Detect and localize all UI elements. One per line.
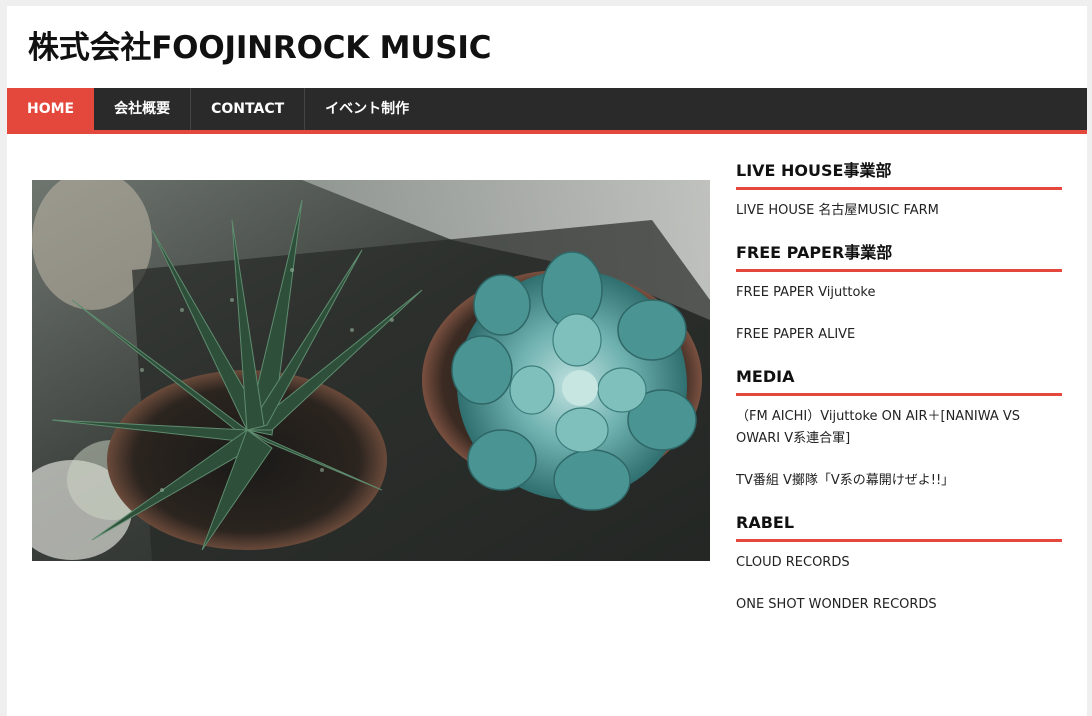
widget-title-media: MEDIA — [736, 366, 1062, 396]
widget-list: LIVE HOUSE 名古屋MUSIC FARM — [736, 190, 1062, 222]
link-fm-aichi[interactable]: （FM AICHI）Vijuttoke ON AIR＋[NANIWA VS OW… — [736, 406, 1062, 450]
widget-free-paper: FREE PAPER事業部 FREE PAPER Vijuttoke FREE … — [736, 242, 1062, 346]
widget-list: CLOUD RECORDS ONE SHOT WONDER RECORDS — [736, 542, 1062, 616]
sidebar: LIVE HOUSE事業部 LIVE HOUSE 名古屋MUSIC FARM F… — [736, 160, 1062, 636]
nav-item-event[interactable]: イベント制作 — [305, 88, 429, 130]
link-alive[interactable]: FREE PAPER ALIVE — [736, 324, 1062, 346]
link-one-shot-wonder[interactable]: ONE SHOT WONDER RECORDS — [736, 594, 1062, 616]
widget-live-house: LIVE HOUSE事業部 LIVE HOUSE 名古屋MUSIC FARM — [736, 160, 1062, 222]
widget-rabel: RABEL CLOUD RECORDS ONE SHOT WONDER RECO… — [736, 512, 1062, 616]
widget-title-rabel: RABEL — [736, 512, 1062, 542]
widget-list: （FM AICHI）Vijuttoke ON AIR＋[NANIWA VS OW… — [736, 396, 1062, 492]
site-header: 株式会社FOOJINROCK MUSIC — [7, 6, 1087, 88]
page: 株式会社FOOJINROCK MUSIC HOME 会社概要 CONTACT イ… — [7, 6, 1087, 716]
site-title[interactable]: 株式会社FOOJINROCK MUSIC — [28, 28, 1087, 68]
main-navigation: HOME 会社概要 CONTACT イベント制作 — [7, 88, 1087, 134]
widget-title-free-paper: FREE PAPER事業部 — [736, 242, 1062, 272]
widget-media: MEDIA （FM AICHI）Vijuttoke ON AIR＋[NANIWA… — [736, 366, 1062, 492]
link-cloud-records[interactable]: CLOUD RECORDS — [736, 552, 1062, 574]
nav-item-contact[interactable]: CONTACT — [191, 88, 306, 130]
nav-item-home[interactable]: HOME — [7, 88, 95, 130]
link-vijuttoke[interactable]: FREE PAPER Vijuttoke — [736, 282, 1062, 304]
succulent-photo — [32, 180, 710, 561]
hero-image — [32, 180, 710, 561]
widget-list: FREE PAPER Vijuttoke FREE PAPER ALIVE — [736, 272, 1062, 346]
nav-item-company[interactable]: 会社概要 — [94, 88, 192, 130]
link-music-farm[interactable]: LIVE HOUSE 名古屋MUSIC FARM — [736, 200, 1062, 222]
link-tv-program[interactable]: TV番組 V擲隊「V系の幕開けぜよ!!」 — [736, 470, 1062, 492]
widget-title-live-house: LIVE HOUSE事業部 — [736, 160, 1062, 190]
